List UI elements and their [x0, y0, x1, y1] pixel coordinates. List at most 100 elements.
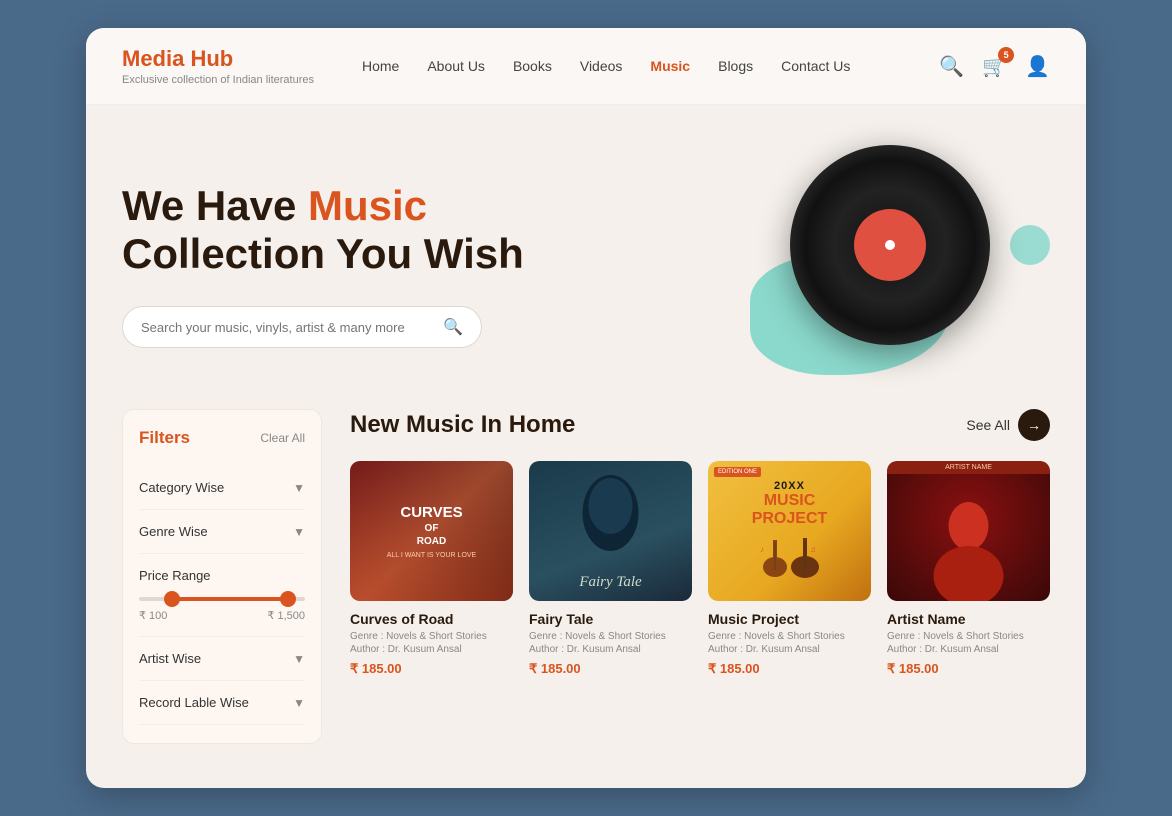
music-year: 20XX — [774, 480, 805, 492]
see-all-arrow-icon: → — [1018, 409, 1050, 441]
nav-blogs[interactable]: Blogs — [718, 58, 753, 74]
filter-genre-label: Genre Wise — [139, 524, 208, 539]
price-max-value: ₹ 1,500 — [267, 609, 305, 622]
hero-text: We Have Music Collection You Wish 🔍 — [122, 182, 710, 349]
vinyl-disc — [790, 145, 990, 345]
hero-title: We Have Music Collection You Wish — [122, 182, 710, 279]
hero-title-part2: Collection You Wish — [122, 230, 524, 277]
products-grid: CURVESOFROAD ALL I WANT IS YOUR LOVE Cur… — [350, 461, 1050, 677]
filter-genre-wise[interactable]: Genre Wise ▼ — [139, 510, 305, 554]
product-card-1[interactable]: CURVESOFROAD ALL I WANT IS YOUR LOVE Cur… — [350, 461, 513, 677]
main-window: Media Hub Exclusive collection of Indian… — [86, 28, 1086, 788]
vinyl-label — [854, 209, 926, 281]
product-price-2: ₹ 185.00 — [529, 661, 692, 677]
product-genre-4: Genre : Novels & Short Stories — [887, 631, 1050, 642]
search-icon: 🔍 — [443, 317, 463, 337]
see-all-label: See All — [966, 417, 1010, 433]
section-header: New Music In Home See All → — [350, 409, 1050, 441]
header-actions: 🔍 🛒 5 👤 — [939, 54, 1050, 79]
nav-music[interactable]: Music — [650, 58, 690, 74]
music-project-title: MUSICPROJECT — [752, 492, 828, 527]
filter-category-wise[interactable]: Category Wise ▼ — [139, 466, 305, 510]
chevron-down-icon: ▼ — [293, 525, 305, 539]
product-cover-1: CURVESOFROAD ALL I WANT IS YOUR LOVE — [350, 461, 513, 601]
product-genre-2: Genre : Novels & Short Stories — [529, 631, 692, 642]
filter-category-label: Category Wise — [139, 480, 224, 495]
price-values: ₹ 100 ₹ 1,500 — [139, 609, 305, 622]
sidebar-header: Filters Clear All — [139, 428, 305, 448]
product-card-4[interactable]: ARTIST NAME Artist Name Genre : Novels &… — [887, 461, 1050, 677]
cover-3-content: 20XX MUSICPROJECT ♪ — [708, 461, 871, 601]
svg-text:♪: ♪ — [760, 545, 764, 554]
product-price-4: ₹ 185.00 — [887, 661, 1050, 677]
price-range-label: Price Range — [139, 568, 305, 583]
product-name-4: Artist Name — [887, 611, 1050, 627]
filters-sidebar: Filters Clear All Category Wise ▼ Genre … — [122, 409, 322, 744]
cover-image-artist: ARTIST NAME — [887, 461, 1050, 601]
product-author-4: Author : Dr. Kusum Ansal — [887, 644, 1050, 655]
price-slider-track[interactable] — [139, 597, 305, 601]
product-genre-3: Genre : Novels & Short Stories — [708, 631, 871, 642]
clear-all-button[interactable]: Clear All — [260, 431, 305, 445]
product-name-1: Curves of Road — [350, 611, 513, 627]
hero-title-highlight: Music — [308, 182, 427, 229]
product-name-3: Music Project — [708, 611, 871, 627]
product-card-3[interactable]: EDITION ONE 20XX MUSICPROJECT — [708, 461, 871, 677]
price-slider-fill — [172, 597, 288, 601]
cover-1-title: CURVESOFROAD — [387, 503, 476, 549]
nav-videos[interactable]: Videos — [580, 58, 623, 74]
search-button[interactable]: 🔍 — [939, 54, 964, 79]
product-card-2[interactable]: Fairy Tale Fairy Tale Genre : Novels & S… — [529, 461, 692, 677]
hero-visual — [710, 145, 1050, 385]
filter-record-label: Record Lable Wise — [139, 695, 249, 710]
brand-name: Media Hub — [122, 46, 314, 72]
product-price-3: ₹ 185.00 — [708, 661, 871, 677]
artist-silhouette-svg — [887, 461, 1050, 601]
svg-text:♫: ♫ — [810, 545, 816, 554]
guitar-icon: ♪ ♫ — [755, 532, 825, 582]
nav-contact[interactable]: Contact Us — [781, 58, 850, 74]
cover-image-curves: CURVESOFROAD ALL I WANT IS YOUR LOVE — [350, 461, 513, 601]
filter-artist-label: Artist Wise — [139, 651, 201, 666]
nav-home[interactable]: Home — [362, 58, 399, 74]
logo: Media Hub Exclusive collection of Indian… — [122, 46, 314, 86]
search-input[interactable] — [141, 320, 443, 335]
brand-tagline: Exclusive collection of Indian literatur… — [122, 74, 314, 86]
product-genre-1: Genre : Novels & Short Stories — [350, 631, 513, 642]
product-cover-4: ARTIST NAME — [887, 461, 1050, 601]
section-title: New Music In Home — [350, 411, 575, 439]
product-price-1: ₹ 185.00 — [350, 661, 513, 677]
main-content: Filters Clear All Category Wise ▼ Genre … — [86, 409, 1086, 780]
cover-image-music: EDITION ONE 20XX MUSICPROJECT — [708, 461, 871, 601]
cover-1-subtitle: ALL I WANT IS YOUR LOVE — [387, 552, 476, 559]
nav-about[interactable]: About Us — [427, 58, 485, 74]
filters-title: Filters — [139, 428, 190, 448]
chevron-down-icon: ▼ — [293, 481, 305, 495]
nav-books[interactable]: Books — [513, 58, 552, 74]
price-slider-max-thumb[interactable] — [280, 591, 296, 607]
see-all-button[interactable]: See All → — [966, 409, 1050, 441]
hero-search-bar[interactable]: 🔍 — [122, 306, 482, 348]
hero-title-part1: We Have — [122, 182, 308, 229]
product-section: New Music In Home See All → CURVESOFROA — [350, 409, 1050, 744]
price-slider-min-thumb[interactable] — [164, 591, 180, 607]
vinyl-center — [885, 240, 895, 250]
filter-artist-wise[interactable]: Artist Wise ▼ — [139, 637, 305, 681]
product-cover-2: Fairy Tale — [529, 461, 692, 601]
fairy-tale-text: Fairy Tale — [579, 574, 641, 590]
main-nav: Home About Us Books Videos Music Blogs C… — [362, 58, 939, 74]
price-min-value: ₹ 100 — [139, 609, 167, 622]
product-author-3: Author : Dr. Kusum Ansal — [708, 644, 871, 655]
vinyl-record — [790, 145, 990, 345]
product-author-1: Author : Dr. Kusum Ansal — [350, 644, 513, 655]
cover-image-fairy: Fairy Tale — [529, 461, 692, 601]
account-button[interactable]: 👤 — [1025, 54, 1050, 79]
product-author-2: Author : Dr. Kusum Ansal — [529, 644, 692, 655]
filter-record-label-wise[interactable]: Record Lable Wise ▼ — [139, 681, 305, 725]
chevron-down-icon: ▼ — [293, 696, 305, 710]
cart-badge: 5 — [998, 47, 1014, 63]
chevron-down-icon: ▼ — [293, 652, 305, 666]
cart-button[interactable]: 🛒 5 — [982, 54, 1007, 79]
teal-dot-large — [1010, 225, 1050, 265]
product-cover-3: EDITION ONE 20XX MUSICPROJECT — [708, 461, 871, 601]
